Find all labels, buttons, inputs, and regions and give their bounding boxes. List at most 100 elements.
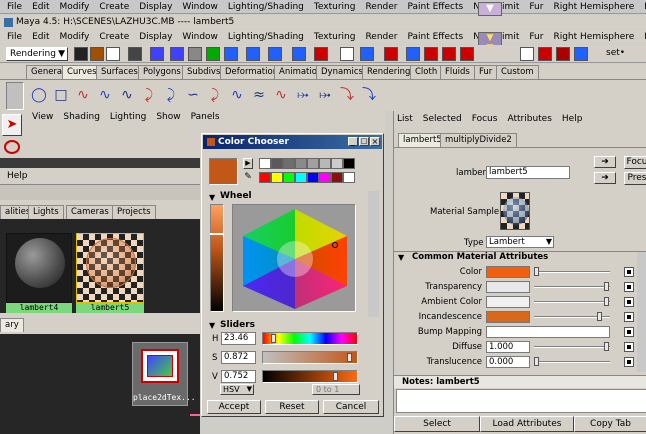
attach-curves-icon[interactable]: ⤸ — [206, 86, 224, 104]
select-component-icon[interactable] — [170, 47, 184, 61]
palette-swatch[interactable] — [307, 172, 319, 183]
menu-display[interactable]: Display — [139, 2, 172, 12]
lasso-tool-icon[interactable] — [4, 140, 20, 154]
h-slider-handle[interactable] — [271, 334, 276, 343]
ae-menu-focus[interactable]: Focus — [472, 114, 498, 124]
palette-swatch[interactable] — [319, 158, 331, 169]
shelf-tab-cloth[interactable]: Cloth — [410, 65, 443, 79]
menu-lighting-shading[interactable]: Lighting/Shading — [228, 32, 304, 42]
focus-button[interactable]: Focu — [624, 156, 646, 169]
attr-value-field[interactable]: 0.000 — [486, 356, 530, 368]
scroll-down-icon[interactable]: ▼ — [478, 2, 502, 16]
select-tool-icon[interactable]: ➤ — [2, 114, 22, 136]
map-button-icon[interactable] — [624, 357, 634, 367]
new-scene-icon[interactable] — [74, 47, 88, 61]
s-slider[interactable] — [262, 351, 358, 364]
map-button-icon[interactable] — [624, 327, 634, 337]
attr-color-swatch[interactable] — [486, 281, 530, 293]
shelf-icon[interactable] — [384, 47, 398, 61]
hypershade-icon[interactable] — [360, 47, 374, 61]
range-dropdown[interactable]: 0 to 1 — [312, 384, 360, 395]
menu-fur[interactable]: Fur — [529, 2, 543, 12]
shelf-tab-custom[interactable]: Custom — [496, 65, 539, 79]
attr-slider-handle[interactable] — [534, 267, 539, 276]
attr-color-swatch[interactable] — [486, 311, 530, 323]
shelf-tab-surfaces[interactable]: Surfaces — [96, 65, 143, 79]
reset-button[interactable]: Reset — [265, 400, 319, 414]
hs-tab-cameras[interactable]: Cameras — [66, 205, 114, 219]
attr-slider-handle[interactable] — [604, 282, 609, 291]
menu-paint-effects[interactable]: Paint Effects — [407, 32, 463, 42]
mode-dropdown[interactable]: HSV ▼ — [220, 384, 254, 395]
palette-swatch[interactable] — [343, 158, 355, 169]
v-slider-handle[interactable] — [333, 372, 338, 381]
hs-menu-help[interactable]: Help — [7, 171, 28, 181]
focus-arrow-icon[interactable]: ➜ — [594, 156, 616, 168]
select-button[interactable]: Select — [394, 416, 480, 432]
s-slider-handle[interactable] — [347, 353, 352, 362]
ae-menu-selected[interactable]: Selected — [423, 114, 462, 124]
palette-swatch[interactable] — [295, 172, 307, 183]
shelf-tab-subdivs[interactable]: Subdivs — [182, 65, 226, 79]
menu-edit[interactable]: Edit — [32, 32, 49, 42]
attr-slider-handle[interactable] — [604, 297, 609, 306]
menu-render[interactable]: Render — [365, 2, 397, 12]
presets-arrow-icon[interactable]: ➜ — [594, 172, 616, 184]
open-scene-icon[interactable] — [90, 47, 104, 61]
shelf-tab-dynamics[interactable]: Dynamics — [316, 65, 368, 79]
open-close-icon[interactable]: ∿ — [272, 86, 290, 104]
menu-fur[interactable]: Fur — [529, 32, 543, 42]
align-curves-icon[interactable]: ≈ — [250, 86, 268, 104]
camera-icon[interactable] — [520, 47, 534, 61]
eyedropper-icon[interactable]: ✎ — [243, 172, 253, 183]
shelf-tab-fur[interactable]: Fur — [474, 65, 498, 79]
menu-render[interactable]: Render — [365, 32, 397, 42]
maximize-icon[interactable]: □ — [359, 137, 369, 146]
select-hierarchy-icon[interactable] — [128, 47, 142, 61]
hs-tab-lights[interactable]: Lights — [28, 205, 64, 219]
palette-swatch[interactable] — [283, 172, 295, 183]
palette-swatch[interactable] — [259, 158, 271, 169]
view-menu-show[interactable]: Show — [156, 112, 180, 122]
v-slider[interactable] — [262, 370, 358, 383]
swatch-lambert5[interactable] — [76, 233, 144, 303]
map-button-icon[interactable] — [624, 342, 634, 352]
palette-swatch[interactable] — [331, 158, 343, 169]
ae-menu-list[interactable]: List — [397, 114, 413, 124]
dialog-scrollbar[interactable] — [368, 191, 379, 317]
palette-swatch[interactable] — [319, 172, 331, 183]
h-slider[interactable] — [262, 332, 358, 345]
close-icon[interactable]: × — [370, 137, 380, 146]
attribute-icon[interactable] — [460, 47, 474, 61]
notes-field[interactable] — [396, 389, 646, 413]
attr-map-field[interactable] — [486, 326, 610, 338]
tool-icon[interactable] — [406, 47, 420, 61]
value-strip[interactable] — [210, 204, 224, 312]
menu-window[interactable]: Window — [182, 32, 218, 42]
menu-set-dropdown[interactable]: Rendering ▼ — [6, 47, 68, 61]
attr-slider-handle[interactable] — [597, 312, 602, 321]
square-curve-icon[interactable]: □ — [52, 86, 70, 104]
menu-right-hemisphere[interactable]: Right Hemisphere — [553, 2, 634, 12]
accept-button[interactable]: Accept — [207, 400, 261, 414]
render-icon[interactable] — [292, 47, 306, 61]
arc-2pt-icon[interactable]: ⤸ — [162, 86, 180, 104]
palette-swatch[interactable] — [307, 158, 319, 169]
menu-modify[interactable]: Modify — [60, 2, 90, 12]
v-field[interactable]: 0.752 — [221, 370, 256, 383]
select-object-icon[interactable] — [150, 47, 164, 61]
arc-icon[interactable]: ⤸ — [140, 86, 158, 104]
render-view-icon[interactable] — [556, 47, 570, 61]
place2d-node[interactable]: place2dTex... — [132, 342, 196, 406]
menu-display[interactable]: Display — [139, 32, 172, 42]
ipr-icon[interactable] — [314, 47, 328, 61]
map-button-icon[interactable] — [624, 297, 634, 307]
load-attributes-button[interactable]: Load Attributes — [480, 416, 574, 432]
attr-slider[interactable] — [534, 361, 610, 363]
cancel-button[interactable]: Cancel — [323, 400, 379, 414]
detach-curves-icon[interactable]: ∿ — [228, 86, 246, 104]
menu-paint-effects[interactable]: Paint Effects — [407, 2, 463, 12]
map-button-icon[interactable] — [624, 312, 634, 322]
hs-tab-projects[interactable]: Projects — [112, 205, 156, 219]
menu-file[interactable]: File — [7, 32, 22, 42]
